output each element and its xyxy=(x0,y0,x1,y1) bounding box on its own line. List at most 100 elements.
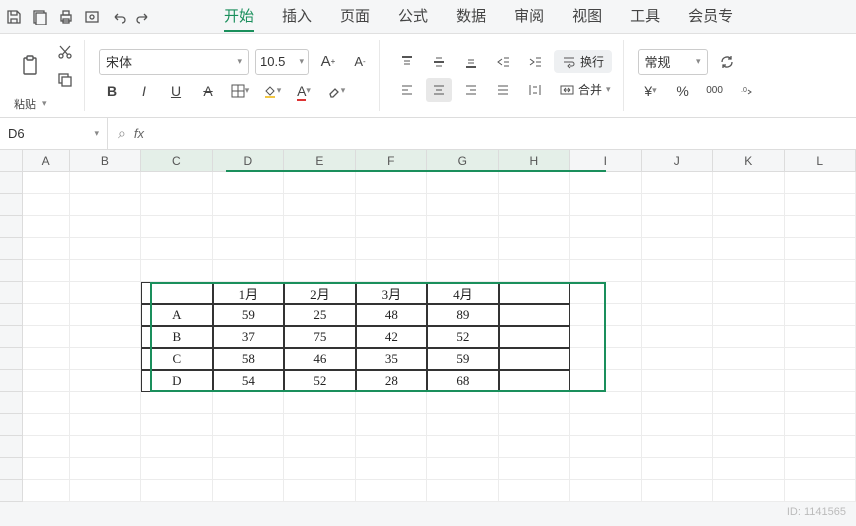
cell-D14[interactable] xyxy=(213,458,284,480)
cell-J12[interactable] xyxy=(642,414,713,436)
col-header-A[interactable]: A xyxy=(23,150,70,171)
cell-J11[interactable] xyxy=(642,392,713,414)
cell-L9[interactable] xyxy=(785,348,856,370)
print-icon[interactable] xyxy=(58,9,74,25)
cell-I2[interactable] xyxy=(570,194,641,216)
cell-J6[interactable] xyxy=(642,282,713,304)
cell-H8[interactable] xyxy=(499,326,571,348)
cell-J8[interactable] xyxy=(642,326,713,348)
cell-D2[interactable] xyxy=(213,194,284,216)
row-header-3[interactable] xyxy=(0,216,23,238)
cell-H13[interactable] xyxy=(499,436,570,458)
cell-C6[interactable] xyxy=(141,282,213,304)
grow-font-icon[interactable]: A+ xyxy=(315,50,341,74)
cell-K2[interactable] xyxy=(713,194,784,216)
cell-I7[interactable] xyxy=(570,304,641,326)
cell-B7[interactable] xyxy=(70,304,141,326)
tab-page[interactable]: 页面 xyxy=(340,1,370,32)
align-top-icon[interactable] xyxy=(394,50,420,74)
tab-formula[interactable]: 公式 xyxy=(398,1,428,32)
align-middle-icon[interactable] xyxy=(426,50,452,74)
cell-J7[interactable] xyxy=(642,304,713,326)
save-icon[interactable] xyxy=(6,9,22,25)
wrap-text-button[interactable]: 换行 xyxy=(554,50,612,73)
col-header-B[interactable]: B xyxy=(70,150,141,171)
cell-F5[interactable] xyxy=(356,260,427,282)
cell-E1[interactable] xyxy=(284,172,355,194)
cell-H9[interactable] xyxy=(499,348,571,370)
tab-review[interactable]: 审阅 xyxy=(514,1,544,32)
cell-F11[interactable] xyxy=(356,392,427,414)
cell-F6[interactable]: 3月 xyxy=(356,282,428,304)
cell-I15[interactable] xyxy=(570,480,641,502)
cell-A15[interactable] xyxy=(23,480,70,502)
tab-insert[interactable]: 插入 xyxy=(282,1,312,32)
cell-E5[interactable] xyxy=(284,260,355,282)
fill-color-icon[interactable]: ▾ xyxy=(259,79,285,103)
cell-I9[interactable] xyxy=(570,348,641,370)
cell-C14[interactable] xyxy=(141,458,212,480)
cell-F10[interactable]: 28 xyxy=(356,370,428,392)
redo-icon[interactable] xyxy=(136,9,152,25)
cell-C5[interactable] xyxy=(141,260,212,282)
cell-H5[interactable] xyxy=(499,260,570,282)
tab-member[interactable]: 会员专 xyxy=(688,1,733,32)
cell-H11[interactable] xyxy=(499,392,570,414)
cell-D7[interactable]: 59 xyxy=(213,304,285,326)
cell-L14[interactable] xyxy=(785,458,856,480)
cell-D4[interactable] xyxy=(213,238,284,260)
cell-G1[interactable] xyxy=(427,172,498,194)
cell-A7[interactable] xyxy=(23,304,70,326)
cell-C13[interactable] xyxy=(141,436,212,458)
cell-L13[interactable] xyxy=(785,436,856,458)
cell-K9[interactable] xyxy=(713,348,784,370)
italic-button[interactable]: I xyxy=(131,79,157,103)
cell-A4[interactable] xyxy=(23,238,70,260)
cell-A14[interactable] xyxy=(23,458,70,480)
cell-A11[interactable] xyxy=(23,392,70,414)
border-icon[interactable]: ▾ xyxy=(227,79,253,103)
cell-I14[interactable] xyxy=(570,458,641,480)
cell-B5[interactable] xyxy=(70,260,141,282)
cell-K14[interactable] xyxy=(713,458,784,480)
cell-D15[interactable] xyxy=(213,480,284,502)
col-header-L[interactable]: L xyxy=(785,150,856,171)
cell-B15[interactable] xyxy=(70,480,141,502)
indent-increase-icon[interactable] xyxy=(522,50,548,74)
font-size-select[interactable]: 10.5▾ xyxy=(255,49,309,75)
tab-start[interactable]: 开始 xyxy=(224,1,254,32)
cell-K6[interactable] xyxy=(713,282,784,304)
row-header-7[interactable] xyxy=(0,304,23,326)
preview-icon[interactable] xyxy=(84,9,100,25)
cell-C3[interactable] xyxy=(141,216,212,238)
row-header-14[interactable] xyxy=(0,458,23,480)
cell-H3[interactable] xyxy=(499,216,570,238)
cell-H6[interactable] xyxy=(499,282,571,304)
cell-K3[interactable] xyxy=(713,216,784,238)
col-header-C[interactable]: C xyxy=(141,150,212,171)
cell-C2[interactable] xyxy=(141,194,212,216)
row-header-10[interactable] xyxy=(0,370,23,392)
cell-K13[interactable] xyxy=(713,436,784,458)
indent-decrease-icon[interactable] xyxy=(490,50,516,74)
row-header-12[interactable] xyxy=(0,414,23,436)
tab-tools[interactable]: 工具 xyxy=(630,1,660,32)
cell-E9[interactable]: 46 xyxy=(284,348,356,370)
cell-G15[interactable] xyxy=(427,480,498,502)
cell-F7[interactable]: 48 xyxy=(356,304,428,326)
cell-F12[interactable] xyxy=(356,414,427,436)
copy-icon[interactable] xyxy=(52,68,78,92)
cell-L12[interactable] xyxy=(785,414,856,436)
cell-B8[interactable] xyxy=(70,326,141,348)
cell-J9[interactable] xyxy=(642,348,713,370)
cell-G11[interactable] xyxy=(427,392,498,414)
cell-F4[interactable] xyxy=(356,238,427,260)
row-header-1[interactable] xyxy=(0,172,23,194)
cell-G14[interactable] xyxy=(427,458,498,480)
cell-J13[interactable] xyxy=(642,436,713,458)
cell-G12[interactable] xyxy=(427,414,498,436)
cell-H1[interactable] xyxy=(499,172,570,194)
cell-A8[interactable] xyxy=(23,326,70,348)
cell-B1[interactable] xyxy=(70,172,141,194)
cell-D11[interactable] xyxy=(213,392,284,414)
